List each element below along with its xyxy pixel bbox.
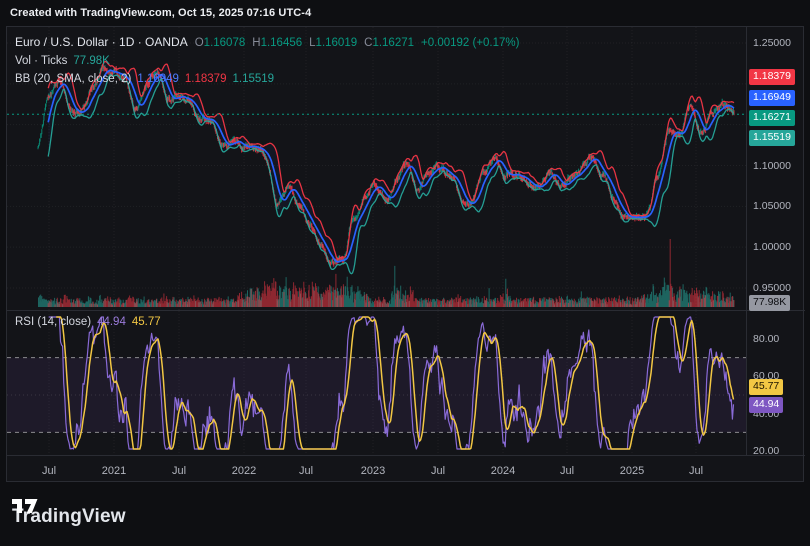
price-tick-label: 1.05000	[753, 200, 791, 212]
rsi-ma-value: 45.77	[132, 316, 161, 328]
time-tick-label: 2022	[232, 465, 256, 477]
time-tick-label: Jul	[689, 465, 703, 477]
volume-row: Vol · Ticks 77.98K	[15, 52, 519, 70]
open-label: O	[195, 37, 204, 49]
symbol-row: Euro / U.S. Dollar · 1D · OANDA O1.16078 H…	[15, 33, 519, 52]
price-axis-badge: 77.98K	[749, 295, 790, 311]
rsi-chart-canvas[interactable]	[7, 311, 746, 455]
time-tick-label: Jul	[299, 465, 313, 477]
bb-lower-value: 1.15519	[232, 73, 274, 85]
price-tick-label: 1.25000	[753, 37, 791, 49]
volume-label[interactable]: Vol · Ticks	[15, 55, 67, 67]
bb-row: BB (20, SMA, close, 2) 1.16949 1.18379 1.15…	[15, 70, 519, 88]
bb-basis-value: 1.16949	[137, 73, 179, 85]
rsi-pane[interactable]: RSI (14, close) 44.94 45.77	[7, 311, 746, 455]
close-value: 1.16271	[372, 37, 414, 49]
time-tick-label: Jul	[560, 465, 574, 477]
price-axis[interactable]: 1.25000 1.10000 1.05000 1.00000 0.95000 80.00…	[746, 27, 805, 455]
high-label: H	[252, 37, 260, 49]
change-value: +0.00192 (+0.17%)	[421, 37, 519, 49]
rsi-label[interactable]: RSI (14, close)	[15, 316, 91, 328]
price-tick-label: 1.00000	[753, 241, 791, 253]
main-legend: Euro / U.S. Dollar · 1D · OANDA O1.16078 H…	[15, 33, 519, 88]
time-axis[interactable]: Jul 2021 Jul 2022 Jul 2023 Jul 2024 Jul 2025 Jul	[7, 456, 746, 483]
time-tick-label: 2024	[491, 465, 515, 477]
high-value: 1.16456	[261, 37, 303, 49]
rsi-axis-badge: 44.94	[749, 397, 783, 413]
rsi-legend: RSI (14, close) 44.94 45.77	[15, 316, 161, 328]
low-value: 1.16019	[316, 37, 358, 49]
bb-label[interactable]: BB (20, SMA, close, 2)	[15, 73, 131, 85]
rsi-axis-badge: 45.77	[749, 379, 783, 395]
time-tick-label: Jul	[172, 465, 186, 477]
time-tick-label: 2025	[620, 465, 644, 477]
rsi-value: 44.94	[97, 316, 126, 328]
bb-upper-value: 1.18379	[185, 73, 227, 85]
price-tick-label: 0.95000	[753, 282, 791, 294]
time-tick-label: Jul	[42, 465, 56, 477]
chart-shell: Euro / U.S. Dollar · 1D · OANDA O1.16078 H…	[6, 26, 804, 482]
price-axis-badge: 1.16949	[749, 90, 795, 106]
tradingview-chart-export: Created with TradingView.com, Oct 15, 20…	[0, 0, 810, 546]
price-tick-label: 1.10000	[753, 160, 791, 172]
price-axis-badge: 1.16271	[749, 110, 795, 126]
symbol-title[interactable]: Euro / U.S. Dollar · 1D · OANDA	[15, 35, 188, 49]
volume-value: 77.98K	[73, 55, 109, 67]
time-tick-label: Jul	[431, 465, 445, 477]
rsi-tick-label: 80.00	[753, 333, 779, 345]
attribution-text: Created with TradingView.com, Oct 15, 20…	[10, 7, 311, 19]
tradingview-logo-icon[interactable]	[12, 496, 39, 517]
time-tick-label: 2021	[102, 465, 126, 477]
open-value: 1.16078	[204, 37, 246, 49]
rsi-tick-label: 20.00	[753, 445, 779, 457]
price-axis-badge: 1.18379	[749, 69, 795, 85]
footer: TradingView	[12, 496, 126, 538]
time-tick-label: 2023	[361, 465, 385, 477]
price-pane[interactable]: Euro / U.S. Dollar · 1D · OANDA O1.16078 H…	[7, 27, 746, 310]
price-axis-badge: 1.15519	[749, 130, 795, 146]
